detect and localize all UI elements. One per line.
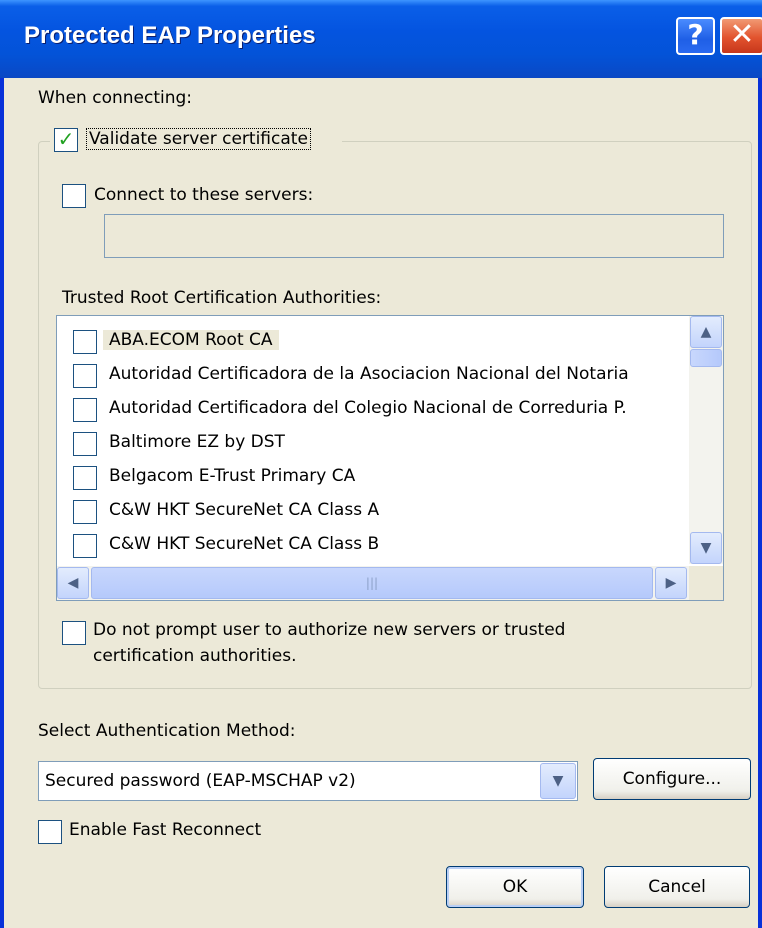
horizontal-scroll-thumb[interactable]: |||	[91, 567, 653, 599]
list-item[interactable]: C&W HKT SecureNet CA Class B	[57, 528, 687, 562]
vertical-scroll-thumb[interactable]	[690, 349, 722, 367]
window-title: Protected EAP Properties	[24, 22, 316, 49]
list-item-label: C&W HKT SecureNet CA Class B	[109, 534, 380, 554]
chevron-up-icon: ▲	[700, 324, 712, 340]
list-item-label: C&W HKT SecureNet CA Class A	[109, 500, 380, 520]
auth-method-label: Select Authentication Method:	[38, 721, 296, 741]
cert-listbox[interactable]: ABA.ECOM Root CA Autoridad Certificadora…	[56, 315, 724, 601]
scroll-up-button[interactable]: ▲	[690, 316, 722, 348]
servers-input[interactable]	[104, 214, 724, 258]
vertical-scrollbar[interactable]: ▲ ▼	[689, 316, 723, 564]
horizontal-scrollbar[interactable]: ◀ ||| ▶	[57, 566, 689, 600]
list-item[interactable]: Belgacom E-Trust Primary CA	[57, 460, 687, 494]
close-button[interactable]: ✕	[720, 17, 762, 55]
do-not-prompt-label-line2: certification authorities.	[93, 646, 297, 666]
list-item[interactable]: Autoridad Certificadora de la Asociacion…	[57, 358, 687, 392]
when-connecting-label: When connecting:	[38, 88, 193, 108]
dropdown-button[interactable]: ▼	[540, 763, 576, 799]
validate-cert-label: Validate server certificate	[86, 128, 311, 150]
auth-method-value: Secured password (EAP-MSCHAP v2)	[45, 771, 356, 791]
list-item[interactable]: ABA.ECOM Root CA	[57, 324, 687, 358]
fast-reconnect-checkbox[interactable]	[38, 820, 62, 844]
validate-cert-checkbox[interactable]: ✓	[54, 128, 78, 152]
list-item-checkbox[interactable]	[73, 364, 97, 388]
trusted-root-label: Trusted Root Certification Authorities:	[62, 288, 382, 308]
list-item-checkbox[interactable]	[73, 398, 97, 422]
help-button[interactable]: ?	[676, 17, 715, 55]
connect-servers-label: Connect to these servers:	[94, 185, 314, 205]
check-icon: ✓	[57, 127, 75, 151]
list-item-checkbox[interactable]	[73, 534, 97, 558]
auth-method-select[interactable]: Secured password (EAP-MSCHAP v2) ▼	[38, 761, 578, 801]
list-item-label: Belgacom E-Trust Primary CA	[109, 466, 356, 486]
fast-reconnect-label: Enable Fast Reconnect	[69, 820, 262, 840]
do-not-prompt-checkbox[interactable]	[62, 621, 86, 645]
list-item-label: ABA.ECOM Root CA	[103, 330, 279, 350]
do-not-prompt-label-line1: Do not prompt user to authorize new serv…	[93, 620, 566, 640]
scroll-left-button[interactable]: ◀	[57, 567, 89, 599]
list-item-checkbox[interactable]	[73, 500, 97, 524]
list-item[interactable]: Autoridad Certificadora del Colegio Naci…	[57, 392, 687, 426]
chevron-right-icon: ▶	[665, 575, 677, 591]
connect-servers-checkbox[interactable]	[62, 184, 86, 208]
title-bar[interactable]: Protected EAP Properties ? ✕	[0, 0, 762, 78]
list-item-label: Autoridad Certificadora del Colegio Naci…	[109, 398, 627, 418]
scroll-corner	[689, 566, 723, 600]
scroll-right-button[interactable]: ▶	[655, 567, 687, 599]
scroll-down-button[interactable]: ▼	[690, 532, 722, 564]
cancel-button[interactable]: Cancel	[604, 866, 750, 908]
chevron-left-icon: ◀	[67, 575, 79, 591]
list-item-checkbox[interactable]	[73, 330, 97, 354]
list-item[interactable]: Baltimore EZ by DST	[57, 426, 687, 460]
list-item-label: Autoridad Certificadora de la Asociacion…	[109, 364, 629, 384]
list-item-checkbox[interactable]	[73, 432, 97, 456]
chevron-down-icon: ▼	[700, 540, 712, 556]
validate-cert-row[interactable]: ✓ Validate server certificate	[50, 125, 342, 155]
configure-button[interactable]: Configure...	[593, 758, 751, 800]
ok-button[interactable]: OK	[446, 866, 584, 908]
grip-icon: |||	[365, 576, 379, 590]
list-item-checkbox[interactable]	[73, 466, 97, 490]
chevron-down-icon: ▼	[552, 773, 564, 789]
list-item-label: Baltimore EZ by DST	[109, 432, 285, 452]
list-item[interactable]: C&W HKT SecureNet CA Class A	[57, 494, 687, 528]
